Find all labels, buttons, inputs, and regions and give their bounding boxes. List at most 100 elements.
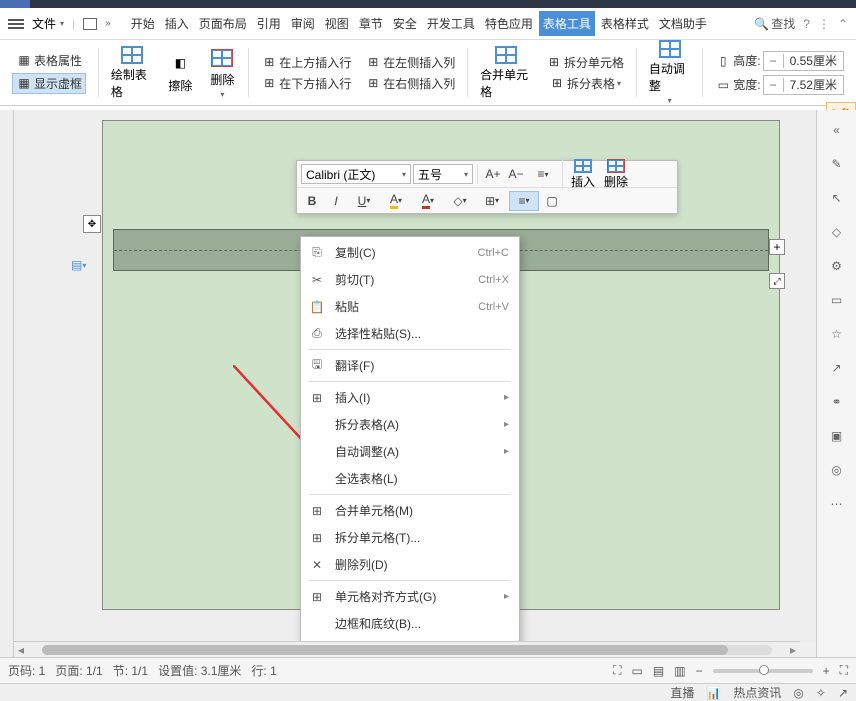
page-count[interactable]: 页面: 1/1 [55,662,102,679]
border-button[interactable]: ⊞▾ [477,191,507,211]
table-properties-button[interactable]: ▦表格属性 [16,52,82,69]
scroll-right-icon[interactable]: ▸ [786,643,800,657]
pencil-icon[interactable]: ✎ [827,154,847,174]
reading-view-icon[interactable]: ▭ [632,664,643,678]
ctx-copy[interactable]: ⎘复制(C)Ctrl+C [301,239,519,266]
tab-start[interactable]: 开始 [127,11,159,36]
ctx-delete-col[interactable]: ✕删除列(D) [301,551,519,578]
tab-chapter[interactable]: 章节 [355,11,387,36]
font-family-select[interactable]: Calibri (正文)▾ [301,164,411,184]
share-icon[interactable]: ↗ [827,358,847,378]
ctx-select-all-table[interactable]: 全选表格(L) [301,465,519,492]
tab-devtools[interactable]: 开发工具 [423,11,479,36]
tab-layout[interactable]: 页面布局 [195,11,251,36]
float-delete-button[interactable]: 删除 [600,159,632,190]
merge-cells-button[interactable]: 合并单元格 [476,44,536,101]
align-button[interactable]: ≡▾ [509,191,539,211]
tab-insert[interactable]: 插入 [161,11,193,36]
shading-button[interactable]: ◇▾ [445,191,475,211]
image-icon[interactable]: ▣ [827,426,847,446]
split-table-button[interactable]: ⊞拆分表格▾ [549,75,621,92]
collapse-panel-icon[interactable]: « [827,120,847,140]
tab-table-style[interactable]: 表格样式 [597,11,653,36]
setting-value[interactable]: 设置值: 3.1厘米 [158,662,241,679]
line-number[interactable]: 行: 1 [251,662,276,679]
settings-icon[interactable]: ⚙ [827,256,847,276]
height-spinbox[interactable]: −0.55厘米 [763,51,844,71]
horizontal-scrollbar[interactable]: ◂ ▸ [14,641,800,657]
list-button[interactable]: ≡▾ [528,164,558,184]
ctx-paste[interactable]: 📋粘贴Ctrl+V [301,293,519,320]
width-spinbox[interactable]: −7.52厘米 [763,75,844,95]
live-button[interactable]: 直播 [670,684,694,701]
more-panel-icon[interactable]: ⋯ [827,494,847,514]
draw-table-button[interactable]: 绘制表格 [107,44,157,101]
tab-security[interactable]: 安全 [389,11,421,36]
insert-row-above-button[interactable]: ⊞在上方插入行 [261,54,351,71]
help-icon[interactable]: ? [803,17,810,31]
tab-review[interactable]: 审阅 [287,11,319,36]
resize-handle[interactable]: ⤢ [769,273,785,289]
italic-button[interactable]: I [325,191,347,211]
insert-col-right-button[interactable]: ⊞在右侧插入列 [365,75,455,92]
insert-col-left-button[interactable]: ⊞在左侧插入列 [365,54,455,71]
search-button[interactable]: 🔍 查找 [754,15,795,32]
tab-reference[interactable]: 引用 [253,11,285,36]
eraser-button[interactable]: ◧ 擦除 [162,44,198,101]
tab-view[interactable]: 视图 [321,11,353,36]
cursor-icon[interactable]: ↖ [827,188,847,208]
ctx-auto-adjust[interactable]: 自动调整(A)▸ [301,438,519,465]
fill-button[interactable]: ▢ [541,191,563,211]
font-size-select[interactable]: 五号▾ [413,164,473,184]
ctx-cut[interactable]: ✂剪切(T)Ctrl+X [301,266,519,293]
ctx-split-cells[interactable]: ⊞拆分单元格(T)... [301,524,519,551]
ctx-translate[interactable]: 🖫翻译(F) [301,352,519,379]
add-column-handle[interactable]: + [769,239,785,255]
zoom-out-icon[interactable]: − [696,664,703,678]
window-icon[interactable] [83,18,97,30]
collapse-ribbon-icon[interactable]: ⌃ [838,17,848,31]
news-button[interactable]: 热点资讯 [733,684,781,701]
decrease-font-button[interactable]: A− [505,164,527,184]
page-code[interactable]: 页码: 1 [8,662,45,679]
float-insert-button[interactable]: 插入 [567,159,599,190]
page-icon[interactable]: ▭ [827,290,847,310]
ctx-merge-cells[interactable]: ⊞合并单元格(M) [301,497,519,524]
tool-icon-1[interactable]: ◎ [793,686,803,700]
ctx-paste-special[interactable]: ⎙选择性粘贴(S)... [301,320,519,347]
file-menu[interactable]: 文件 ▾ [28,13,68,34]
auto-adjust-button[interactable]: 自动调整▾ [645,44,695,101]
scroll-left-icon[interactable]: ◂ [14,643,28,657]
show-frame-button[interactable]: ▦显示虚框 [12,73,86,94]
delete-button[interactable]: 删除▾ [204,44,240,101]
zoom-in-icon[interactable]: + [823,664,830,678]
shape-icon[interactable]: ◇ [827,222,847,242]
zoom-slider[interactable] [713,669,813,673]
underline-button[interactable]: U▾ [349,191,379,211]
web-layout-icon[interactable]: ▥ [674,664,685,678]
tab-table-tools[interactable]: 表格工具 [539,11,595,36]
split-cells-button[interactable]: ⊞拆分单元格 [546,54,624,71]
insert-row-below-button[interactable]: ⊞在下方插入行 [261,75,351,92]
font-color-button[interactable]: A▾ [413,191,443,211]
bold-button[interactable]: B [301,191,323,211]
ctx-cell-align[interactable]: ⊞单元格对齐方式(G)▸ [301,583,519,610]
more-icon[interactable]: ⋮ [818,17,830,31]
fullscreen-icon[interactable]: ⛶ [613,663,621,678]
table-move-handle[interactable]: ✥ [83,215,101,233]
ctx-split-table[interactable]: 拆分表格(A)▸ [301,411,519,438]
tool-icon-2[interactable]: ✧ [816,686,826,700]
menu-icon[interactable] [8,19,24,29]
ctx-border-shading[interactable]: 边框和底纹(B)... [301,610,519,637]
highlight-button[interactable]: A▾ [381,191,411,211]
target-icon[interactable]: ◎ [827,460,847,480]
print-layout-icon[interactable]: ▤ [653,664,664,678]
increase-font-button[interactable]: A+ [482,164,504,184]
section-count[interactable]: 节: 1/1 [113,662,148,679]
star-icon[interactable]: ☆ [827,324,847,344]
tool-icon-3[interactable]: ↗ [838,686,848,700]
link-icon[interactable]: ⚭ [827,392,847,412]
ctx-insert[interactable]: ⊞插入(I)▸ [301,384,519,411]
tab-special[interactable]: 特色应用 [481,11,537,36]
fit-page-icon[interactable]: ⛶ [840,663,848,678]
